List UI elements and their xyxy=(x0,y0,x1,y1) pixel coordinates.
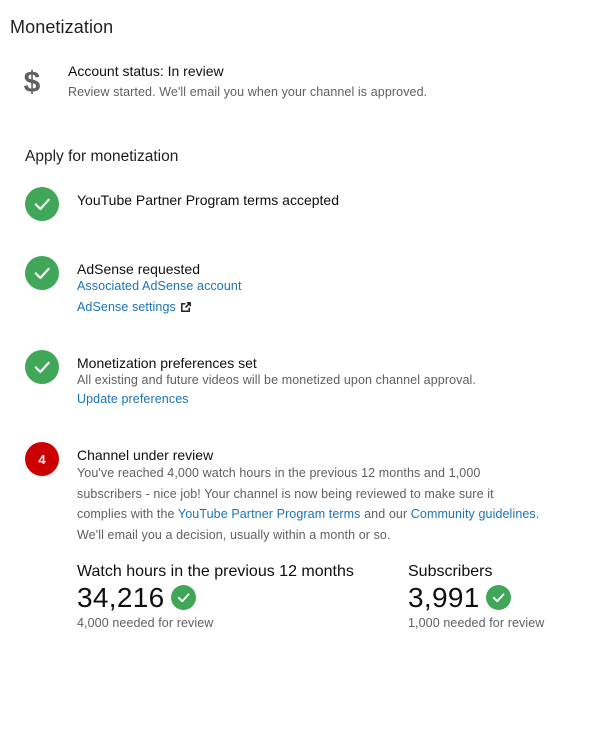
check-circle-icon xyxy=(25,256,59,290)
dollar-icon: $ xyxy=(24,66,41,98)
check-circle-icon xyxy=(25,187,59,221)
step-adsense-title: AdSense requested xyxy=(77,261,200,277)
adsense-settings-link[interactable]: AdSense settings xyxy=(77,300,191,314)
account-status-title: Account status: In review xyxy=(68,63,224,79)
review-desc-line: We'll email you a decision, usually with… xyxy=(77,527,391,542)
review-desc-text: . xyxy=(535,507,540,521)
apply-section-title: Apply for monetization xyxy=(25,148,179,165)
step-number-badge: 4 xyxy=(25,442,59,476)
step-review-desc: You've reached 4,000 watch hours in the … xyxy=(77,463,577,545)
account-status-subtitle: Review started. We'll email you when you… xyxy=(68,85,428,99)
watch-hours-value: 34,216 xyxy=(77,582,165,613)
community-guidelines-link[interactable]: Community guidelines xyxy=(411,507,536,521)
step-preferences-title: Monetization preferences set xyxy=(77,355,257,371)
step-terms-title: YouTube Partner Program terms accepted xyxy=(77,192,339,208)
external-link-icon xyxy=(180,302,191,312)
svg-text:$: $ xyxy=(24,66,41,98)
step-preferences-desc: All existing and future videos will be m… xyxy=(77,373,477,387)
watch-hours-label: Watch hours in the previous 12 months xyxy=(77,563,354,580)
review-desc-line: complies with the YouTube Partner Progra… xyxy=(77,504,577,525)
subscribers-label: Subscribers xyxy=(408,563,493,580)
review-desc-line: You've reached 4,000 watch hours in the … xyxy=(77,466,481,480)
check-circle-icon xyxy=(171,585,196,610)
check-circle-icon xyxy=(486,585,511,610)
update-preferences-link[interactable]: Update preferences xyxy=(77,392,189,406)
review-desc-text: complies with the xyxy=(77,507,178,521)
watch-hours-note: 4,000 needed for review xyxy=(77,616,214,630)
adsense-settings-label: AdSense settings xyxy=(77,300,176,314)
subscribers-value: 3,991 xyxy=(408,582,480,613)
review-desc-text: and our xyxy=(360,507,411,521)
step-review-title: Channel under review xyxy=(77,447,214,463)
check-circle-icon xyxy=(25,350,59,384)
review-desc-line: subscribers - nice job! Your channel is … xyxy=(77,486,494,501)
associated-adsense-link[interactable]: Associated AdSense account xyxy=(77,279,242,293)
partner-program-terms-link[interactable]: YouTube Partner Program terms xyxy=(178,507,361,521)
subscribers-note: 1,000 needed for review xyxy=(408,616,545,630)
page-title: Monetization xyxy=(10,17,114,37)
